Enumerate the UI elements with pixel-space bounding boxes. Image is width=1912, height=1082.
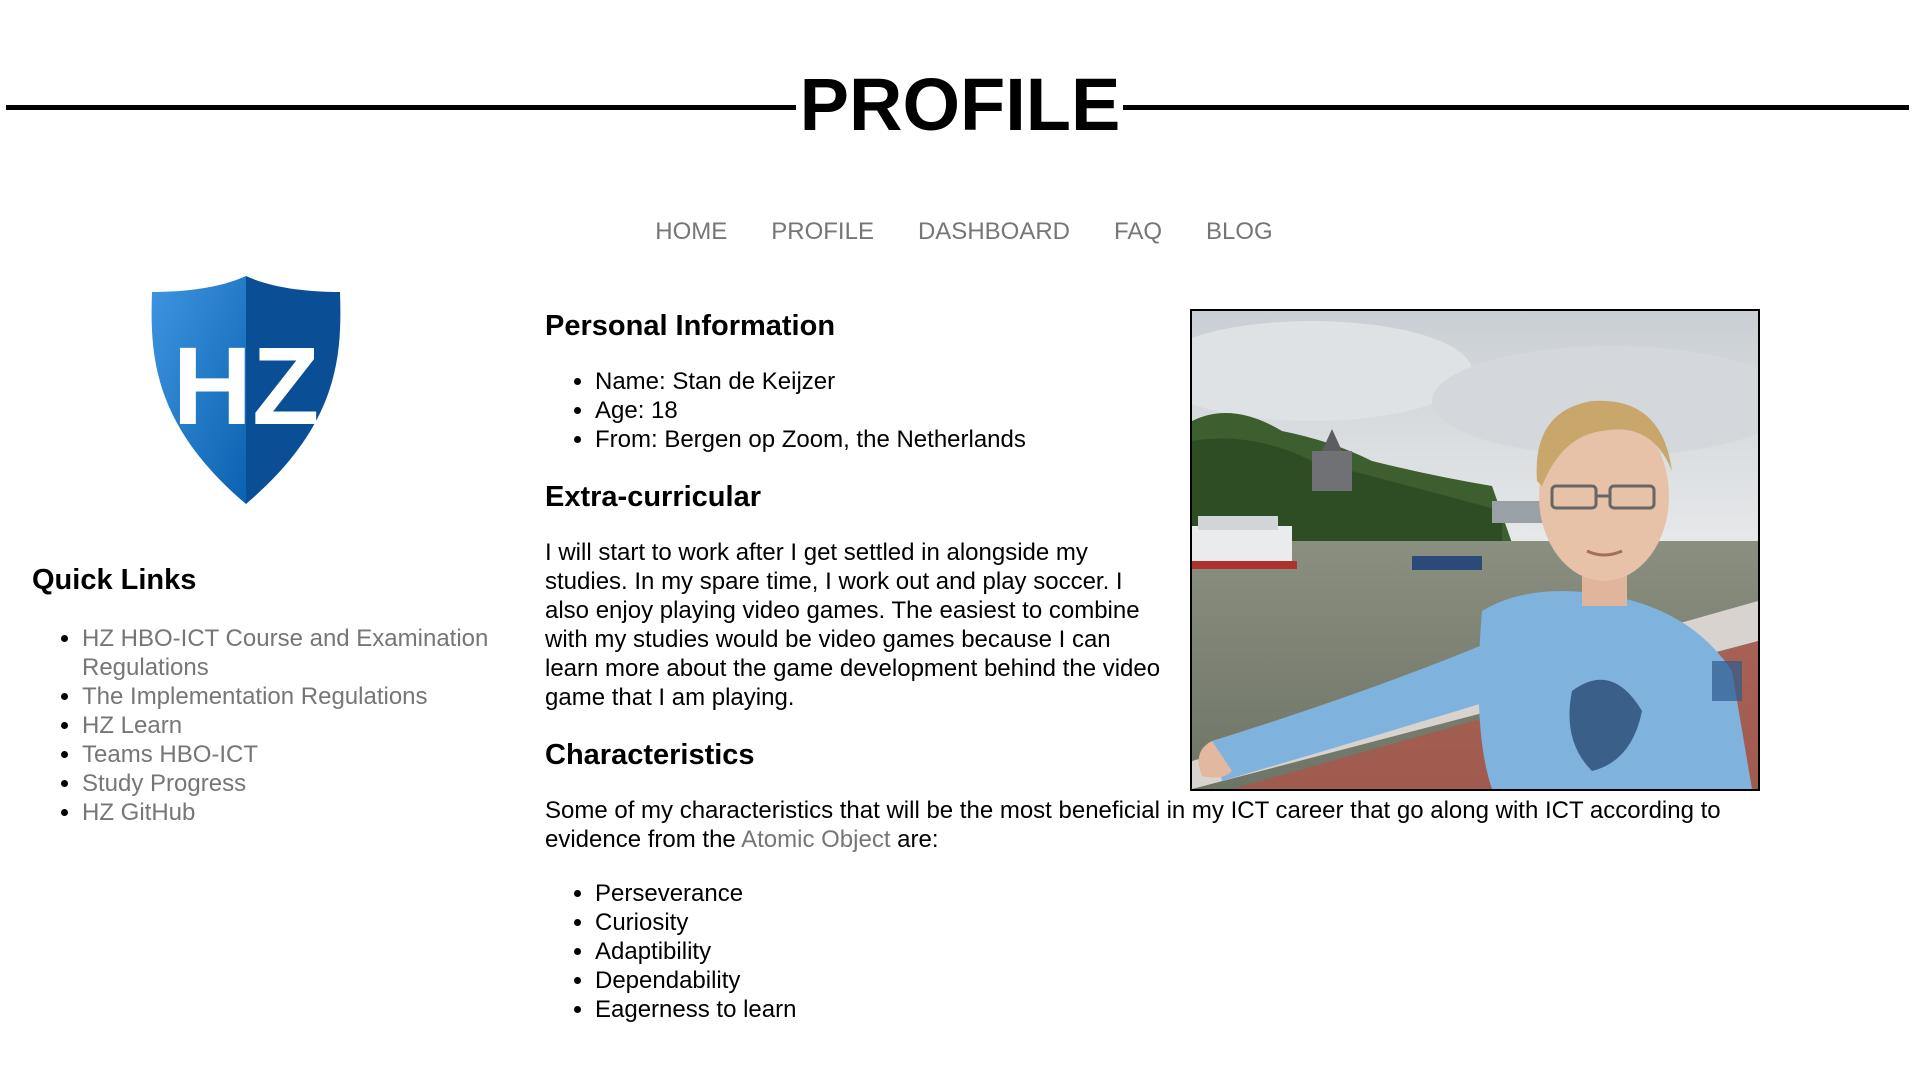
- personal-info-title: Personal Information: [545, 310, 836, 342]
- nav-dashboard-link[interactable]: DASHBOARD: [918, 218, 1070, 245]
- quick-link-github[interactable]: HZ GitHub: [82, 799, 195, 826]
- quick-links-list: HZ HBO-ICT Course and Examination Regula…: [32, 624, 522, 827]
- quick-link-study-progress[interactable]: Study Progress: [82, 770, 246, 797]
- hz-logo: HZ: [148, 274, 344, 506]
- list-item: HZ GitHub: [82, 798, 522, 827]
- page-title: PROFILE: [799, 63, 1121, 146]
- list-item: Name: Stan de Keijzer: [595, 367, 1026, 396]
- intro-text: Some of my characteristics that will be …: [545, 797, 1721, 853]
- characteristics-title: Characteristics: [545, 739, 755, 771]
- personal-info-list: Name: Stan de Keijzer Age: 18 From: Berg…: [545, 367, 1026, 454]
- intro-text-end: are:: [890, 826, 939, 853]
- title-rule-left: [6, 105, 796, 110]
- characteristics-intro: Some of my characteristics that will be …: [545, 796, 1795, 854]
- quick-link-implementation-regulations[interactable]: The Implementation Regulations: [82, 683, 428, 710]
- extra-curricular-title: Extra-curricular: [545, 481, 761, 513]
- nav-home-link[interactable]: HOME: [655, 218, 727, 245]
- list-item: The Implementation Regulations: [82, 682, 522, 711]
- quick-link-hz-learn[interactable]: HZ Learn: [82, 712, 182, 739]
- nav-profile-link[interactable]: PROFILE: [771, 218, 874, 245]
- extra-curricular-text: I will start to work after I get settled…: [545, 539, 1161, 711]
- list-item: HZ Learn: [82, 711, 522, 740]
- list-item: From: Bergen op Zoom, the Netherlands: [595, 425, 1026, 454]
- list-item: Teams HBO-ICT: [82, 740, 522, 769]
- profile-photo: [1190, 309, 1760, 791]
- nav-faq-link[interactable]: FAQ: [1114, 218, 1162, 245]
- main-nav: HOME PROFILE DASHBOARD FAQ BLOG: [0, 217, 1912, 247]
- atomic-object-link[interactable]: Atomic Object: [741, 826, 890, 853]
- list-item: Adaptibility: [595, 937, 796, 966]
- list-item: Age: 18: [595, 396, 1026, 425]
- list-item: Perseverance: [595, 879, 796, 908]
- nav-blog-link[interactable]: BLOG: [1206, 218, 1273, 245]
- list-item: Dependability: [595, 966, 796, 995]
- characteristics-list: Perseverance Curiosity Adaptibility Depe…: [545, 879, 796, 1024]
- list-item: HZ HBO-ICT Course and Examination Regula…: [82, 624, 522, 682]
- quick-link-course-regulations[interactable]: HZ HBO-ICT Course and Examination Regula…: [82, 625, 488, 681]
- quick-link-teams[interactable]: Teams HBO-ICT: [82, 741, 258, 768]
- list-item: Curiosity: [595, 908, 796, 937]
- title-rule-right: [1123, 105, 1909, 110]
- list-item: Study Progress: [82, 769, 522, 798]
- list-item: Eagerness to learn: [595, 995, 796, 1024]
- quick-links-title: Quick Links: [32, 564, 197, 596]
- svg-text:HZ: HZ: [173, 325, 320, 448]
